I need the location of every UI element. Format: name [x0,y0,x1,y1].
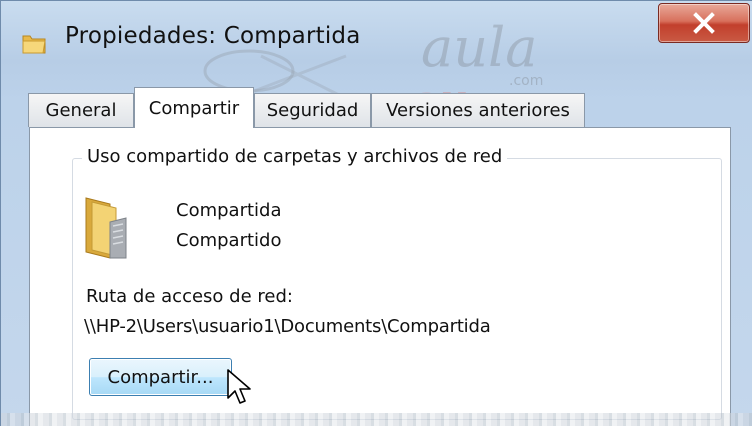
watermark-aula: aula [421,16,537,79]
network-path-label: Ruta de acceso de red: [86,286,293,307]
folder-icon [22,35,46,54]
shared-folder-icon [85,197,127,259]
folder-share-status: Compartido [176,230,282,251]
network-path-value: \\HP-2\Users\usuario1\Documents\Comparti… [84,316,491,337]
properties-window: Propiedades: Compartida aula .com Clic G… [0,0,752,426]
close-button[interactable] [658,3,750,43]
group-label: Uso compartido de carpetas y archivos de… [82,146,508,167]
folder-name: Compartida [176,200,282,221]
window-title: Propiedades: Compartida [65,23,361,49]
tab-label: Compartir [148,97,240,119]
bottom-edge-decoration [1,413,752,426]
title-bar[interactable]: Propiedades: Compartida aula .com Clic [1,1,752,131]
share-button[interactable]: Compartir... [89,358,232,396]
tab-label: General [45,100,117,121]
mouse-pointer-icon [227,369,251,404]
tab-label: Seguridad [266,100,359,121]
tab-versiones-anteriores[interactable]: Versiones anteriores [371,93,585,127]
tab-general[interactable]: General [28,93,134,127]
tab-label: Versiones anteriores [386,100,570,121]
tab-seguridad[interactable]: Seguridad [254,93,371,127]
watermark-com: .com [509,73,543,89]
close-icon [693,12,715,34]
tab-compartir[interactable]: Compartir [134,87,254,128]
sharing-tab-panel: Uso compartido de carpetas y archivos de… [29,127,731,426]
